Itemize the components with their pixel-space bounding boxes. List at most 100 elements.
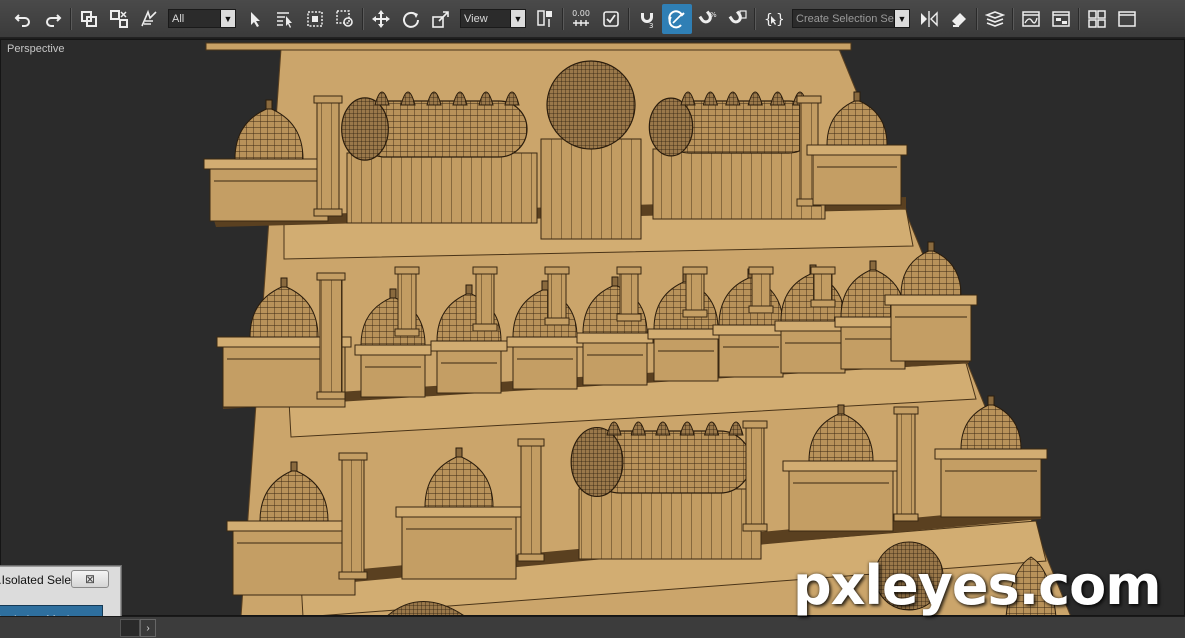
- shrine-cap: [934, 448, 1048, 460]
- select-object-icon[interactable]: [240, 4, 270, 34]
- chevron-down-icon[interactable]: ▼: [510, 10, 525, 27]
- tower-top-rim: [205, 42, 852, 51]
- move-icon[interactable]: [366, 4, 396, 34]
- pillar-shaft: [319, 279, 343, 393]
- panel-title: Isolated Sele...: [0, 573, 71, 587]
- chevron-down-icon[interactable]: ▼: [220, 10, 235, 27]
- shrine-base: [718, 332, 784, 378]
- layer-icon[interactable]: [980, 4, 1010, 34]
- bind-warp-icon[interactable]: [134, 4, 164, 34]
- kirtimukha-face: [546, 60, 636, 150]
- pillar-base: [544, 317, 570, 326]
- pivot-icon[interactable]: [530, 4, 560, 34]
- barrel-hall: [652, 148, 826, 220]
- edit-named-sets-icon[interactable]: {}: [758, 4, 788, 34]
- rect-region-icon[interactable]: [300, 4, 330, 34]
- perspective-viewport[interactable]: Perspective ▲: [0, 39, 1185, 616]
- chevron-down-icon[interactable]: ▼: [894, 10, 909, 27]
- unlink-icon[interactable]: [104, 4, 134, 34]
- pillar-base: [810, 299, 836, 308]
- toolbar-separator: [360, 5, 366, 33]
- pillar-shaft: [685, 273, 705, 311]
- pillar-shaft: [751, 273, 771, 307]
- pillar-base: [472, 323, 498, 332]
- shrine-cap: [506, 336, 584, 348]
- undo-icon[interactable]: [8, 4, 38, 34]
- selection-filter-value: All: [172, 12, 185, 25]
- scale-icon[interactable]: [426, 4, 456, 34]
- kirtimukha-pedestal: [540, 138, 642, 240]
- align-icon[interactable]: [944, 4, 974, 34]
- snap-3d-icon[interactable]: 3: [632, 4, 662, 34]
- pillar-shaft: [813, 273, 833, 301]
- shrine-cap: [884, 294, 978, 306]
- keyboard-shortcut-icon[interactable]: [596, 4, 626, 34]
- time-slider-track[interactable]: [120, 619, 140, 637]
- shrine-base: [780, 328, 846, 374]
- reference-coord-dropdown[interactable]: View ▼: [460, 9, 526, 28]
- toolbar-separator: [752, 5, 758, 33]
- pillar-capital: [742, 420, 768, 429]
- shrine-base: [653, 336, 719, 382]
- toolbar-separator: [68, 5, 74, 33]
- angle-snap-icon[interactable]: [662, 3, 692, 34]
- pillar-base: [517, 553, 545, 562]
- chevron-right-icon[interactable]: ›: [140, 619, 156, 637]
- shrine-finial: [869, 260, 877, 271]
- pillar-base: [893, 513, 919, 522]
- shrine-finial: [465, 284, 473, 295]
- schematic-icon[interactable]: [1046, 4, 1076, 34]
- shrine-finial: [265, 99, 273, 110]
- status-bar: ›: [0, 616, 1185, 638]
- shrine-cap: [203, 158, 335, 170]
- pillar-capital: [472, 266, 498, 275]
- shrine-finial: [837, 404, 845, 415]
- select-by-name-icon[interactable]: [270, 4, 300, 34]
- toolbar-separator: [626, 5, 632, 33]
- material-editor-icon[interactable]: [1082, 4, 1112, 34]
- select-link-icon[interactable]: [74, 4, 104, 34]
- svg-text:3: 3: [649, 22, 653, 29]
- shrine-finial: [853, 91, 861, 102]
- spinner-icon[interactable]: [722, 4, 752, 34]
- shrine-finial: [455, 447, 463, 458]
- shrine-base: [940, 456, 1042, 518]
- barrel-end: [341, 97, 389, 161]
- pillar-shaft: [745, 427, 765, 525]
- pillar-capital: [748, 266, 774, 275]
- pillar-capital: [893, 406, 919, 415]
- curve-editor-icon[interactable]: [1016, 4, 1046, 34]
- pillar-base: [742, 523, 768, 532]
- mirror-icon[interactable]: [914, 4, 944, 34]
- shrine-cap: [226, 520, 362, 532]
- named-selection-placeholder: Create Selection Se: [796, 12, 894, 25]
- pillar-capital: [316, 272, 346, 281]
- shrine-base: [360, 352, 426, 398]
- named-selection-dropdown[interactable]: Create Selection Se ▼: [792, 9, 910, 28]
- shrine-finial: [611, 276, 619, 287]
- pillar-shaft: [475, 273, 495, 325]
- pillar-capital: [544, 266, 570, 275]
- selection-filter-dropdown[interactable]: All ▼: [168, 9, 236, 28]
- percent-snap-icon[interactable]: %: [692, 4, 722, 34]
- pillar-base: [616, 313, 642, 322]
- pillar-capital: [810, 266, 836, 275]
- toolbar-separator: [1076, 5, 1082, 33]
- pillar-capital: [616, 266, 642, 275]
- viewport-label[interactable]: Perspective: [7, 43, 64, 55]
- spinner-snap-icon[interactable]: 0.00: [566, 4, 596, 34]
- pillar-base: [313, 208, 343, 217]
- toolbar-separator: [1010, 5, 1016, 33]
- redo-icon[interactable]: [38, 4, 68, 34]
- pillar-shaft: [341, 459, 365, 573]
- pillar-base: [394, 328, 420, 337]
- shrine-finial: [389, 288, 397, 299]
- render-setup-icon[interactable]: [1112, 4, 1142, 34]
- rotate-icon[interactable]: [396, 4, 426, 34]
- pillar-base: [748, 305, 774, 314]
- shrine-cap: [395, 506, 523, 518]
- shrine-finial: [290, 461, 298, 472]
- shrine-base: [209, 166, 329, 222]
- close-icon[interactable]: ⊠: [71, 570, 109, 588]
- window-crossing-icon[interactable]: [330, 4, 360, 34]
